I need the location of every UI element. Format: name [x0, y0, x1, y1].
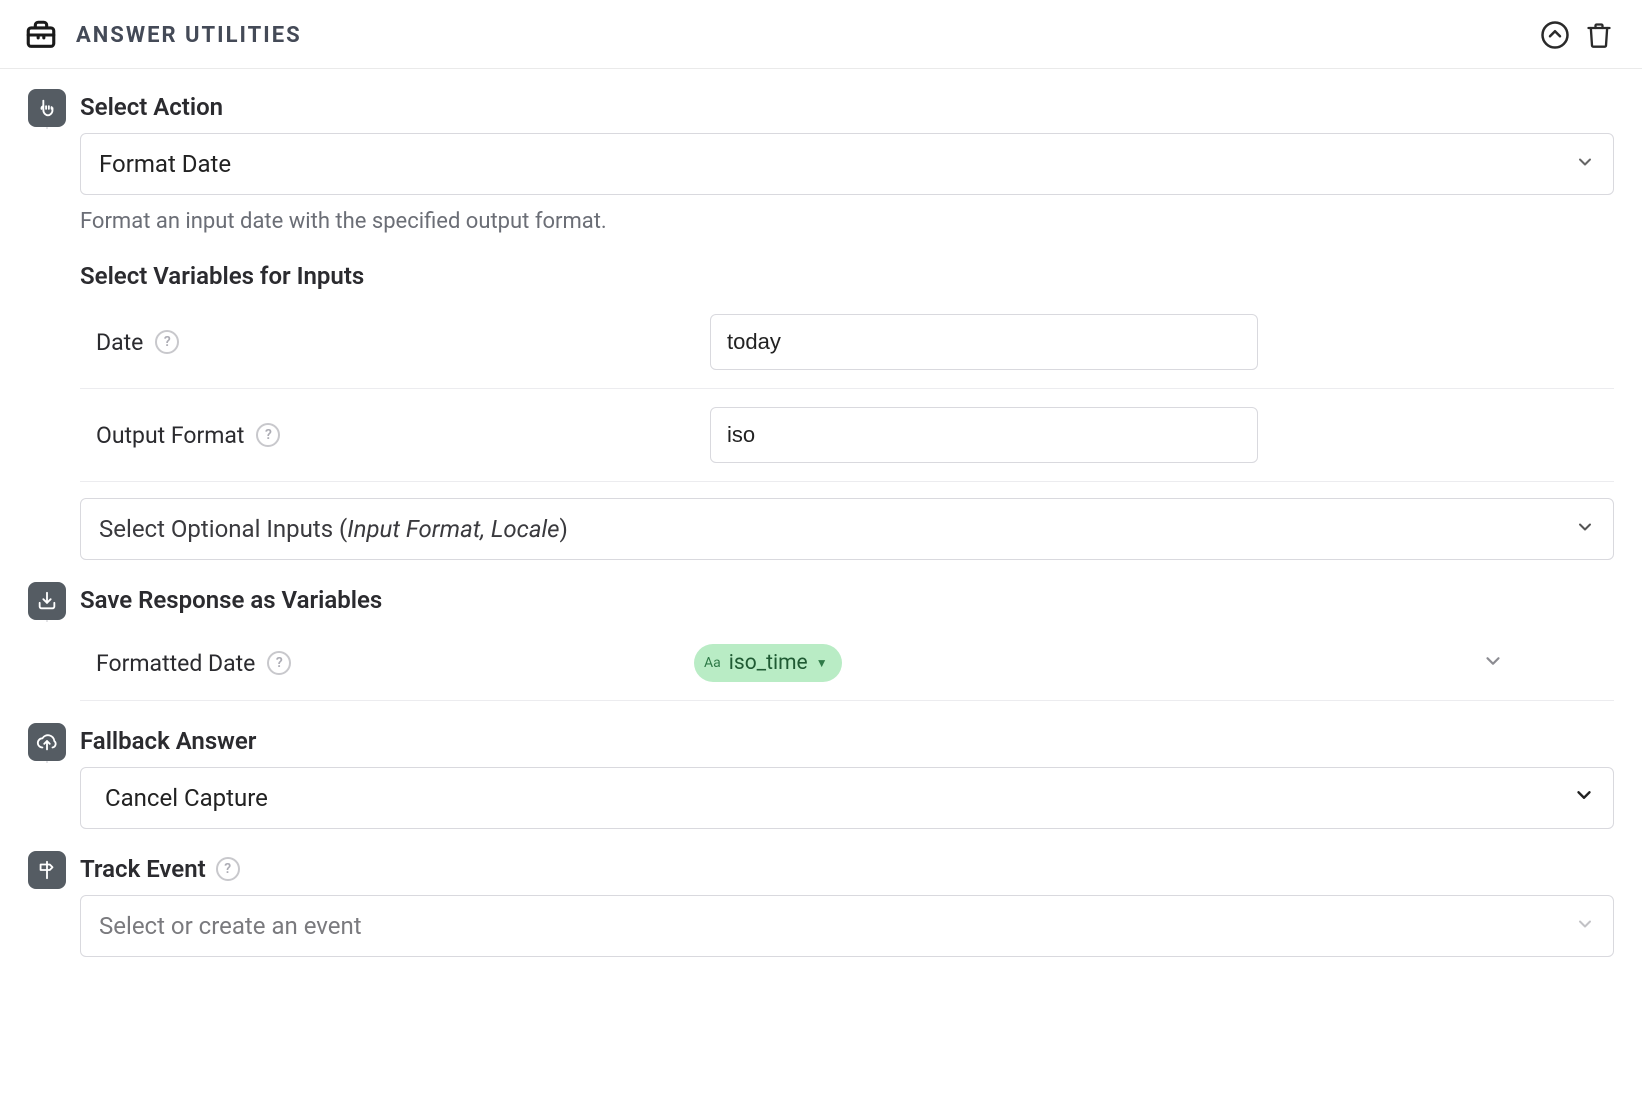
optional-inputs-placeholder: Select Optional Inputs (Input Format, Lo…: [99, 515, 568, 543]
select-action-label: Select Action: [80, 93, 1614, 121]
toolbox-icon: [24, 18, 58, 52]
fallback-select-value: Cancel Capture: [99, 784, 268, 812]
track-event-label-text: Track Event: [80, 855, 206, 883]
chevron-up-circle-icon: [1540, 20, 1570, 50]
cloud-upload-icon: [36, 731, 58, 753]
chevron-down-icon: [1573, 784, 1595, 812]
fallback-label: Fallback Answer: [80, 727, 1614, 755]
action-select[interactable]: Format Date: [80, 133, 1614, 195]
save-row-label: Formatted Date: [96, 650, 255, 677]
help-icon[interactable]: ?: [155, 330, 179, 354]
action-description: Format an input date with the specified …: [80, 209, 1614, 234]
variable-chip[interactable]: Aa iso_time ▼: [694, 644, 842, 682]
input-row-output-format: Output Format ?: [80, 389, 1614, 482]
track-event-label: Track Event ?: [80, 855, 1614, 883]
optional-inputs-select[interactable]: Select Optional Inputs (Input Format, Lo…: [80, 498, 1614, 560]
optional-italic: Input Format, Locale: [347, 515, 559, 543]
signpost-icon: [36, 859, 58, 881]
select-action-step-icon: [28, 89, 66, 127]
variable-type-icon: Aa: [704, 655, 721, 671]
expand-row-button[interactable]: [1482, 650, 1504, 677]
inputs-heading: Select Variables for Inputs: [80, 262, 1614, 290]
panel-header: ANSWER UTILITIES: [0, 0, 1642, 69]
fallback-select[interactable]: Cancel Capture: [80, 767, 1614, 829]
chevron-down-icon: [1575, 912, 1595, 940]
input-row-date: Date ?: [80, 296, 1614, 389]
trash-icon: [1585, 21, 1613, 49]
action-select-value: Format Date: [99, 150, 231, 178]
download-icon: [36, 590, 58, 612]
optional-prefix: Select Optional Inputs (: [99, 515, 347, 543]
input-value-date[interactable]: [710, 314, 1258, 370]
pointer-icon: [36, 97, 58, 119]
save-row-formatted-date: Formatted Date ? Aa iso_time ▼: [80, 626, 1614, 701]
save-response-step-icon: [28, 582, 66, 620]
input-label-output-format: Output Format: [96, 422, 244, 449]
triangle-down-icon: ▼: [816, 656, 828, 670]
track-event-placeholder: Select or create an event: [99, 912, 362, 940]
help-icon[interactable]: ?: [267, 651, 291, 675]
panel-title: ANSWER UTILITIES: [76, 23, 302, 48]
input-label-date: Date: [96, 329, 143, 356]
chevron-down-icon: [1575, 515, 1595, 543]
track-event-select[interactable]: Select or create an event: [80, 895, 1614, 957]
delete-button[interactable]: [1580, 16, 1618, 54]
variable-name: iso_time: [729, 651, 808, 675]
save-response-label: Save Response as Variables: [80, 586, 1614, 614]
chevron-down-icon: [1575, 150, 1595, 178]
fallback-step-icon: [28, 723, 66, 761]
input-value-output-format[interactable]: [710, 407, 1258, 463]
track-event-step-icon: [28, 851, 66, 889]
chevron-down-icon: [1482, 650, 1504, 672]
help-icon[interactable]: ?: [256, 423, 280, 447]
optional-suffix: ): [560, 515, 568, 543]
collapse-button[interactable]: [1536, 16, 1574, 54]
help-icon[interactable]: ?: [216, 857, 240, 881]
